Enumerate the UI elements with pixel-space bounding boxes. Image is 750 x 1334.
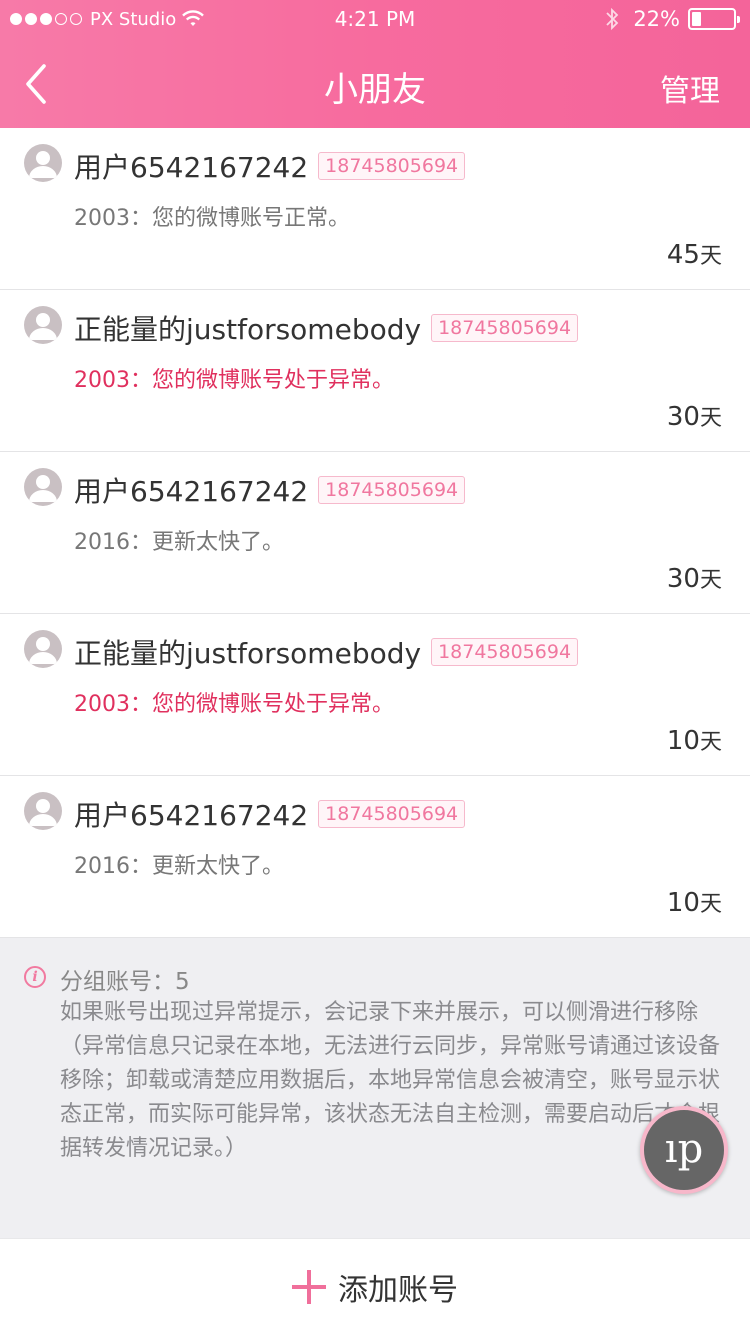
phone-badge: 18745805694 <box>318 476 466 504</box>
phone-badge: 18745805694 <box>318 152 466 180</box>
account-name-row: 用户6542167242 18745805694 <box>74 146 466 186</box>
info-description: 如果账号出现过异常提示，会记录下来并展示，可以侧滑进行移除（异常信息只记录在本地… <box>60 1000 721 1161</box>
back-button[interactable] <box>18 60 58 108</box>
days-unit: 天 <box>699 568 722 593</box>
days-value: 10 <box>666 888 700 918</box>
battery-percent: 22% <box>633 7 680 31</box>
floating-action-button[interactable]: ıp <box>640 1106 728 1194</box>
account-status-message: 2016：更新太快了。 <box>74 854 284 879</box>
account-item[interactable]: 正能量的justforsomebody 18745805694 2003：您的微… <box>0 290 750 452</box>
account-name: 用户6542167242 <box>74 799 309 832</box>
account-name: 用户6542167242 <box>74 475 309 508</box>
info-section: i 分组账号：5 如果账号出现过异常提示，会记录下来并展示，可以侧滑进行移除（异… <box>0 938 750 1238</box>
days-unit: 天 <box>699 730 722 755</box>
avatar-icon <box>24 792 62 830</box>
account-name-row: 用户6542167242 18745805694 <box>74 470 466 510</box>
bluetooth-icon <box>606 7 619 31</box>
account-name: 正能量的justforsomebody <box>74 313 422 346</box>
days-value: 30 <box>666 564 700 594</box>
days-count: 30天 <box>667 562 722 594</box>
days-count: 30天 <box>667 400 722 432</box>
account-status-message: 2003：您的微博账号处于异常。 <box>74 368 394 393</box>
chevron-left-icon <box>26 64 46 104</box>
days-unit: 天 <box>699 892 722 917</box>
account-name-row: 正能量的justforsomebody 18745805694 <box>74 308 579 348</box>
status-right: 22% <box>605 6 740 32</box>
account-name-row: 正能量的justforsomebody 18745805694 <box>74 632 579 672</box>
account-name: 用户6542167242 <box>74 151 309 184</box>
page-title: 小朋友 <box>324 70 426 110</box>
days-value: 30 <box>666 402 700 432</box>
avatar-icon <box>24 468 62 506</box>
manage-button[interactable]: 管理 <box>660 66 720 110</box>
phone-badge: 18745805694 <box>431 314 579 342</box>
days-count: 45天 <box>667 238 722 270</box>
phone-badge: 18745805694 <box>431 638 579 666</box>
avatar-icon <box>24 306 62 344</box>
days-count: 10天 <box>667 886 722 918</box>
battery-icon <box>688 8 740 30</box>
account-status-message: 2003：您的微博账号处于异常。 <box>74 692 394 717</box>
days-value: 45 <box>666 240 700 270</box>
days-unit: 天 <box>699 406 722 431</box>
days-count: 10天 <box>667 724 722 756</box>
days-unit: 天 <box>699 244 722 269</box>
add-account-button[interactable]: 添加账号 <box>0 1238 750 1334</box>
avatar-icon <box>24 630 62 668</box>
account-item[interactable]: 正能量的justforsomebody 18745805694 2003：您的微… <box>0 614 750 776</box>
account-name-row: 用户6542167242 18745805694 <box>74 794 466 834</box>
header: PX Studio 4:21 PM 22% 小朋友 管理 <box>0 0 750 128</box>
account-status-message: 2003：您的微博账号正常。 <box>74 206 350 231</box>
status-bar: PX Studio 4:21 PM 22% <box>0 0 750 40</box>
battery-level <box>692 12 701 26</box>
account-list: 用户6542167242 18745805694 2003：您的微博账号正常。 … <box>0 128 750 938</box>
account-status-message: 2016：更新太快了。 <box>74 530 284 555</box>
account-item[interactable]: 用户6542167242 18745805694 2016：更新太快了。 10天 <box>0 776 750 938</box>
info-icon: i <box>24 966 46 988</box>
phone-badge: 18745805694 <box>318 800 466 828</box>
account-item[interactable]: 用户6542167242 18745805694 2016：更新太快了。 30天 <box>0 452 750 614</box>
add-account-label: 添加账号 <box>338 1272 458 1308</box>
plus-icon <box>292 1269 326 1304</box>
days-value: 10 <box>666 726 700 756</box>
account-item[interactable]: 用户6542167242 18745805694 2003：您的微博账号正常。 … <box>0 128 750 290</box>
account-name: 正能量的justforsomebody <box>74 637 422 670</box>
avatar-icon <box>24 144 62 182</box>
nav-bar: 小朋友 管理 <box>0 40 750 128</box>
group-count: 分组账号：5 <box>60 969 190 995</box>
